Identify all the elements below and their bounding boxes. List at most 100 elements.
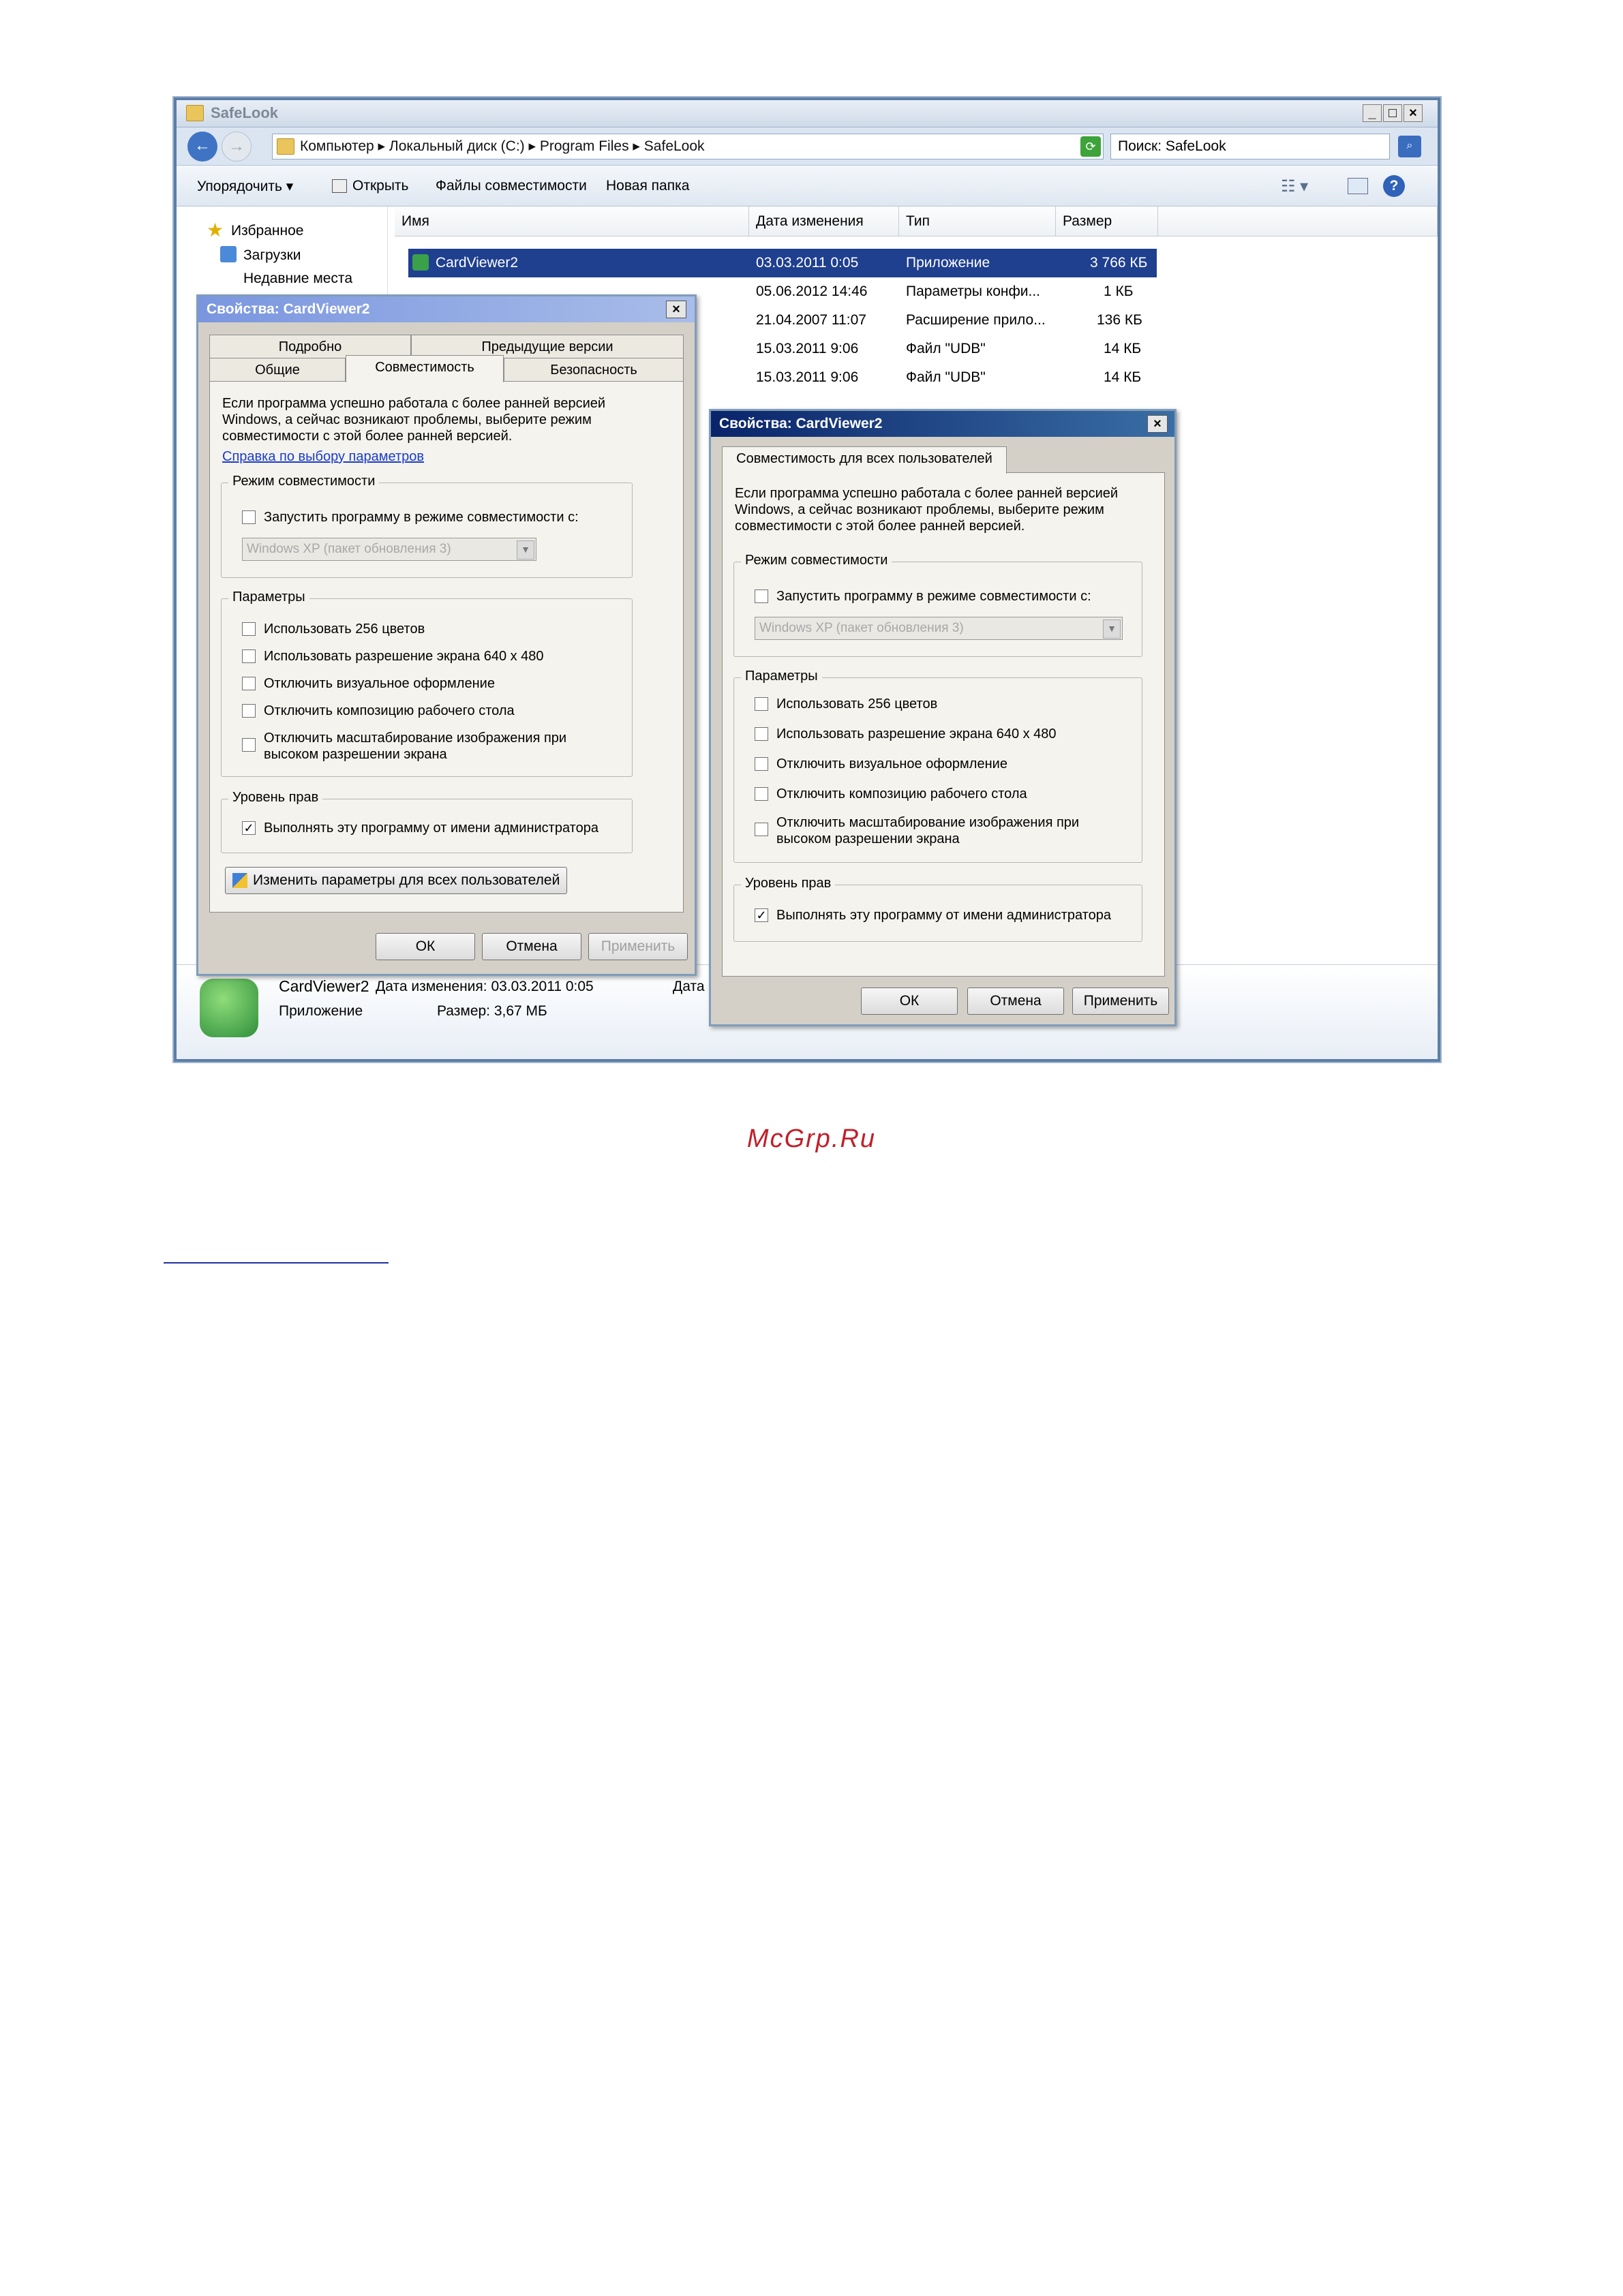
table-row[interactable]: CardViewer2 03.03.2011 0:05 Приложение 3… xyxy=(408,249,1157,277)
tab-details[interactable]: Подробно xyxy=(209,335,411,358)
param-label: Отключить масштабирование изображения пр… xyxy=(264,731,567,762)
help-link[interactable]: Справка по выбору параметров xyxy=(222,448,424,465)
tab-compatibility[interactable]: Совместимость xyxy=(346,355,504,382)
column-type[interactable]: Тип xyxy=(899,206,1056,236)
param-checkbox[interactable] xyxy=(755,823,768,836)
file-type: Файл "UDB" xyxy=(906,341,986,356)
search-icon[interactable]: ⌕ xyxy=(1398,136,1421,157)
view-icon[interactable]: ☷ ▾ xyxy=(1281,177,1308,196)
window-icon xyxy=(332,179,347,193)
compat-checkbox[interactable] xyxy=(242,510,256,524)
column-date[interactable]: Дата изменения xyxy=(749,206,899,236)
help-icon[interactable]: ? xyxy=(1383,175,1405,197)
breadcrumb-item[interactable]: Компьютер xyxy=(300,138,374,154)
compat-mode-group: Режим совместимости Запустить программу … xyxy=(221,474,633,578)
rights-group: Уровень прав ✓ Выполнять эту программу о… xyxy=(733,876,1142,942)
column-size[interactable]: Размер xyxy=(1056,206,1158,236)
param-label: Отключить композицию рабочего стола xyxy=(264,703,515,718)
file-date: 05.06.2012 14:46 xyxy=(756,284,868,299)
downloads-icon xyxy=(220,246,237,262)
group-label: Режим совместимости xyxy=(228,474,380,489)
apply-button[interactable]: Применить xyxy=(1072,988,1169,1015)
search-input[interactable]: Поиск: SafeLook xyxy=(1110,134,1390,159)
admin-checkbox[interactable]: ✓ xyxy=(242,821,256,835)
breadcrumb-item[interactable]: SafeLook xyxy=(644,138,705,154)
organize-button[interactable]: Упорядочить ▾ xyxy=(197,178,293,195)
tab-previous-versions[interactable]: Предыдущие версии xyxy=(411,335,684,358)
all-users-label: Изменить параметры для всех пользователе… xyxy=(253,872,560,888)
param-label: Отключить визуальное оформление xyxy=(264,676,495,691)
param-checkbox[interactable] xyxy=(242,649,256,663)
column-spacer xyxy=(1158,206,1438,236)
new-folder-button[interactable]: Новая папка xyxy=(606,178,689,194)
breadcrumb-item[interactable]: Локальный диск (C:) xyxy=(389,138,525,154)
app-large-icon xyxy=(200,979,258,1037)
forward-icon[interactable]: → xyxy=(222,132,252,162)
param-label: Использовать разрешение экрана 640 x 480 xyxy=(264,649,544,664)
breadcrumb[interactable]: Компьютер ▸ Локальный диск (C:) ▸ Progra… xyxy=(272,134,1104,159)
param-checkbox[interactable] xyxy=(755,727,768,741)
preview-pane-icon[interactable] xyxy=(1348,178,1368,194)
params-group: Параметры Использовать 256 цветов Исполь… xyxy=(733,669,1142,863)
param-checkbox[interactable] xyxy=(755,787,768,801)
details-name: CardViewer2 xyxy=(279,977,369,995)
nav-item-favorites[interactable]: Избранное xyxy=(231,223,303,239)
param-checkbox[interactable] xyxy=(242,677,256,690)
file-size: 1 КБ xyxy=(1104,284,1134,299)
breadcrumb-item[interactable]: Program Files xyxy=(540,138,629,154)
os-select[interactable]: Windows XP (пакет обновления 3) ▼ xyxy=(755,617,1123,640)
param-label: Использовать разрешение экрана 640 x 480 xyxy=(776,726,1057,741)
footnote-divider xyxy=(164,1262,389,1264)
folder-icon xyxy=(277,138,294,155)
admin-checkbox[interactable]: ✓ xyxy=(755,908,768,922)
file-type: Файл "UDB" xyxy=(906,369,986,385)
param-checkbox[interactable] xyxy=(755,697,768,711)
os-select[interactable]: Windows XP (пакет обновления 3) ▼ xyxy=(242,538,536,561)
cancel-button[interactable]: Отмена xyxy=(967,988,1064,1015)
compat-checkbox[interactable] xyxy=(755,590,768,603)
admin-label: Выполнять эту программу от имени админис… xyxy=(776,908,1111,923)
tab-security[interactable]: Безопасность xyxy=(504,358,684,381)
ok-button[interactable]: ОК xyxy=(376,933,475,960)
minimize-button[interactable]: _ xyxy=(1363,104,1382,122)
back-icon[interactable]: ← xyxy=(187,132,217,162)
intro-text: Если программа успешно работала с более … xyxy=(222,396,606,444)
param-checkbox[interactable] xyxy=(755,757,768,771)
all-users-button[interactable]: Изменить параметры для всех пользователе… xyxy=(225,867,567,894)
properties-dialog: Свойства: CardViewer2 × Подробно Предыду… xyxy=(196,294,697,976)
tab-all-users-compat[interactable]: Совместимость для всех пользователей xyxy=(722,446,1007,474)
close-button[interactable]: × xyxy=(1404,104,1423,122)
compat-files-button[interactable]: Файлы совместимости xyxy=(436,178,587,194)
file-date: 15.03.2011 9:06 xyxy=(756,369,859,385)
dialog-title: Свойства: CardViewer2 xyxy=(207,301,370,317)
column-name[interactable]: Имя xyxy=(395,206,749,236)
file-date: 21.04.2007 11:07 xyxy=(756,312,866,328)
cancel-button[interactable]: Отмена xyxy=(482,933,581,960)
nav-item-downloads[interactable]: Загрузки xyxy=(243,247,301,264)
param-checkbox[interactable] xyxy=(242,704,256,718)
param-label: Отключить визуальное оформление xyxy=(776,756,1007,771)
close-icon[interactable]: × xyxy=(1147,415,1168,433)
refresh-icon[interactable]: ⟳ xyxy=(1080,136,1101,157)
param-label: Отключить масштабирование изображения пр… xyxy=(776,815,1080,846)
group-label: Режим совместимости xyxy=(741,553,892,568)
ok-button[interactable]: ОК xyxy=(861,988,958,1015)
window-title: SafeLook xyxy=(211,104,279,121)
rights-group: Уровень прав ✓ Выполнять эту программу о… xyxy=(221,790,633,853)
file-type: Параметры конфи... xyxy=(906,284,1040,299)
group-label: Уровень прав xyxy=(228,790,323,806)
tab-general[interactable]: Общие xyxy=(209,358,346,381)
close-icon[interactable]: × xyxy=(666,301,686,318)
nav-item-recent[interactable]: Недавние места xyxy=(243,271,352,287)
file-name: CardViewer2 xyxy=(436,255,519,271)
maximize-button[interactable]: □ xyxy=(1383,104,1402,122)
param-checkbox[interactable] xyxy=(242,738,256,752)
details-size: Размер: 3,67 МБ xyxy=(437,1003,547,1019)
file-size: 14 КБ xyxy=(1104,341,1142,356)
open-button[interactable]: Открыть xyxy=(352,178,408,194)
apply-button[interactable]: Применить xyxy=(588,933,688,960)
param-checkbox[interactable] xyxy=(242,622,256,636)
details-date: Дата изменения: 03.03.2011 0:05 xyxy=(376,979,594,994)
file-size: 14 КБ xyxy=(1104,369,1142,385)
app-icon xyxy=(412,254,429,271)
